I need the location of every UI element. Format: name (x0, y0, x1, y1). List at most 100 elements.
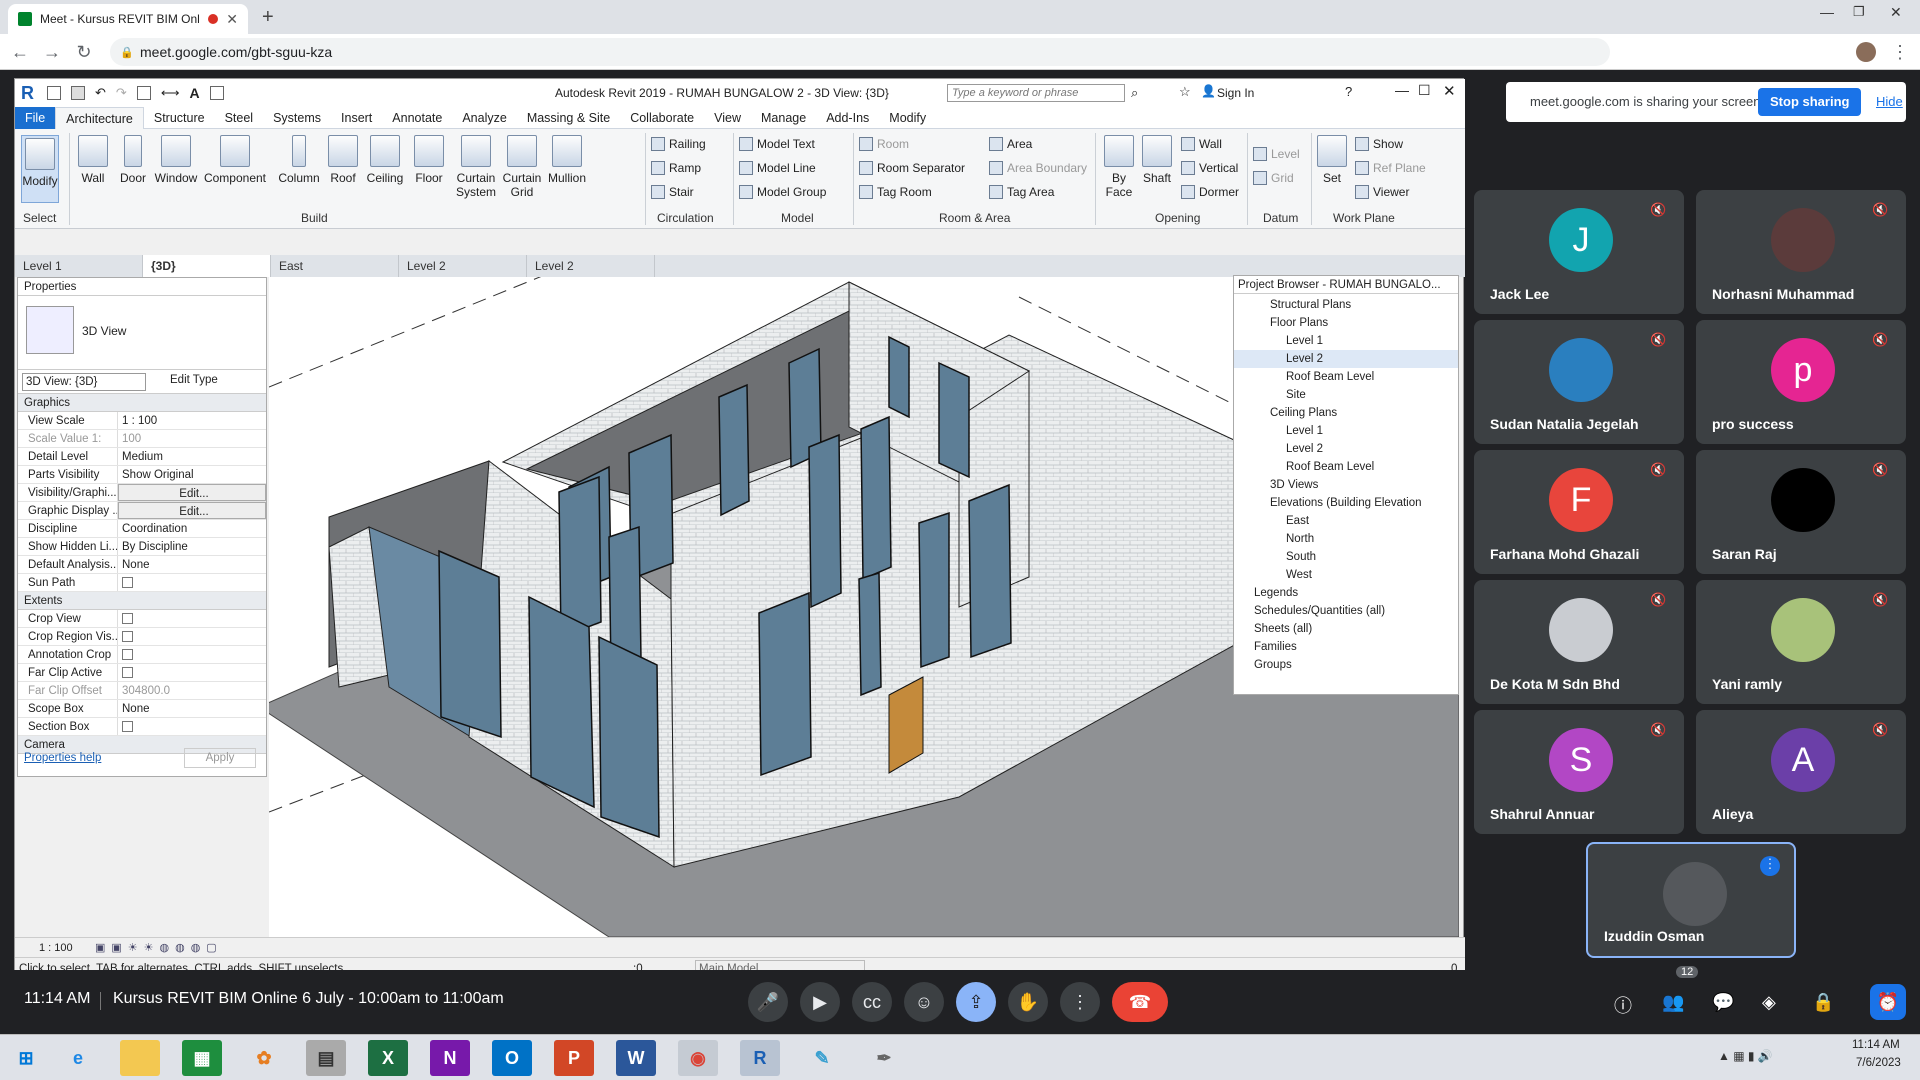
revit-logo-icon[interactable]: R (21, 83, 39, 103)
chat-icon[interactable]: 💬 (1712, 992, 1734, 1013)
browser-tree-item[interactable]: Roof Beam Level (1234, 458, 1458, 476)
browser-tree-item[interactable]: North (1234, 530, 1458, 548)
revit-close-icon[interactable]: ✕ (1443, 82, 1456, 100)
photos-icon[interactable]: ✿ (244, 1040, 284, 1076)
browser-tree-item[interactable]: South (1234, 548, 1458, 566)
participant-tile[interactable]: Izuddin Osman ⋮ (1586, 842, 1796, 958)
property-row[interactable]: Annotation Crop (18, 646, 266, 664)
model-text-button[interactable]: Model Text (739, 137, 815, 151)
undo-icon[interactable]: ↶ (95, 86, 106, 100)
tab-analyze[interactable]: Analyze (452, 107, 516, 129)
clock-icon[interactable]: ⏰ (1870, 984, 1906, 1020)
sheets-icon[interactable]: ▦ (182, 1040, 222, 1076)
wall-button[interactable]: Wall (71, 135, 115, 185)
ie-icon[interactable]: e (58, 1040, 98, 1076)
property-value[interactable] (118, 718, 266, 735)
roof-button[interactable]: Roof (325, 135, 361, 185)
browser-tree-item[interactable]: West (1234, 566, 1458, 584)
participant-tile[interactable]: Sudan Natalia Jegelah 🔇 (1474, 320, 1684, 444)
excel-icon[interactable]: X (368, 1040, 408, 1076)
browser-tree-item[interactable]: East (1234, 512, 1458, 530)
forward-icon[interactable]: → (42, 42, 62, 62)
browser-tree-item[interactable]: Site (1234, 386, 1458, 404)
property-row[interactable]: Graphic Display ... Edit... (18, 502, 266, 520)
back-icon[interactable]: ← (10, 42, 30, 62)
property-row[interactable]: Scale Value 1: 100 (18, 430, 266, 448)
tab-steel[interactable]: Steel (215, 107, 264, 129)
3d-view-icon[interactable] (209, 86, 224, 100)
checkbox[interactable] (122, 613, 133, 624)
property-value[interactable]: 304800.0 (118, 682, 266, 699)
properties-help-link[interactable]: Properties help (24, 752, 101, 764)
checkbox[interactable] (122, 721, 133, 732)
graphics-section[interactable]: Graphics (18, 394, 266, 412)
tab-file[interactable]: File (15, 106, 56, 129)
property-value[interactable] (118, 574, 266, 591)
model-line-button[interactable]: Model Line (739, 161, 816, 175)
window-minimize-icon[interactable]: — (1820, 4, 1834, 20)
property-value[interactable]: 1 : 100 (118, 412, 266, 429)
view-tab-east[interactable]: East (271, 255, 399, 277)
show-workplane-button[interactable]: Show (1355, 137, 1403, 151)
tab-collaborate[interactable]: Collaborate (620, 107, 704, 129)
type-selector[interactable]: 3D View (18, 296, 266, 370)
tab-systems[interactable]: Systems (263, 107, 331, 129)
emoji-button[interactable]: ☺ (904, 982, 944, 1022)
print-icon[interactable] (136, 86, 151, 100)
window-close-icon[interactable]: ✕ (1890, 4, 1902, 21)
address-bar[interactable]: 🔒 meet.google.com/gbt-sguu-kza (110, 38, 1610, 66)
favorites-icon[interactable]: ☆ (1179, 84, 1191, 100)
tab-insert[interactable]: Insert (331, 107, 382, 129)
browser-tree-item[interactable]: Roof Beam Level (1234, 368, 1458, 386)
property-value[interactable] (118, 664, 266, 681)
window-button[interactable]: Window (153, 135, 199, 185)
browser-tree-item[interactable]: Legends (1234, 584, 1458, 602)
browser-tree-item[interactable]: Level 1 (1234, 422, 1458, 440)
save-icon[interactable] (71, 86, 85, 100)
property-value[interactable]: Coordination (118, 520, 266, 537)
mic-button[interactable]: 🎤 (748, 982, 788, 1022)
property-value[interactable]: Show Original (118, 466, 266, 483)
new-tab-button[interactable]: + (262, 6, 274, 29)
door-button[interactable]: Door (115, 135, 151, 185)
activities-icon[interactable]: ◈ (1762, 992, 1776, 1013)
property-row[interactable]: Visibility/Graphi... Edit... (18, 484, 266, 502)
measure-icon[interactable]: ⟷ (161, 86, 180, 100)
more-options-button[interactable]: ⋮ (1060, 982, 1100, 1022)
participant-tile[interactable]: De Kota M Sdn Bhd 🔇 (1474, 580, 1684, 704)
participant-tile[interactable]: Norhasni Muhammad 🔇 (1696, 190, 1906, 314)
revit-minimize-icon[interactable]: — (1395, 82, 1409, 98)
browser-tree-item[interactable]: Structural Plans (1234, 296, 1458, 314)
tab-view[interactable]: View (704, 107, 751, 129)
powerpoint-icon[interactable]: P (554, 1040, 594, 1076)
property-value[interactable]: Edit... (118, 502, 266, 519)
participant-tile[interactable]: F Farhana Mohd Ghazali 🔇 (1474, 450, 1684, 574)
browser-tab[interactable]: Meet - Kursus REVIT BIM Onl ✕ (8, 4, 248, 34)
open-icon[interactable] (47, 86, 61, 100)
extents-section[interactable]: Extents (18, 592, 266, 610)
property-row[interactable]: Section Box (18, 718, 266, 736)
property-row[interactable]: Scope Box None (18, 700, 266, 718)
checkbox[interactable] (122, 631, 133, 642)
wall-opening-button[interactable]: Wall (1181, 137, 1222, 151)
stair-button[interactable]: Stair (651, 185, 694, 199)
ramp-button[interactable]: Ramp (651, 161, 701, 175)
system-tray[interactable]: ▲ ▦ ▮ 🔊 (1718, 1049, 1773, 1063)
chrome-icon[interactable]: ◉ (678, 1040, 718, 1076)
tab-massing-site[interactable]: Massing & Site (517, 107, 620, 129)
participant-tile[interactable]: Saran Raj 🔇 (1696, 450, 1906, 574)
tab-modify[interactable]: Modify (879, 107, 936, 129)
component-button[interactable]: Component (201, 135, 269, 185)
onenote-icon[interactable]: N (430, 1040, 470, 1076)
tab-manage[interactable]: Manage (751, 107, 816, 129)
edit-type-button[interactable]: Edit Type (170, 374, 218, 386)
tab-architecture[interactable]: Architecture (55, 106, 144, 129)
tab-structure[interactable]: Structure (144, 107, 215, 129)
curtain-grid-button[interactable]: Curtain Grid (501, 135, 543, 199)
revit-taskbar-icon[interactable]: R (740, 1040, 780, 1076)
file-explorer-icon[interactable] (120, 1040, 160, 1076)
help-icon[interactable]: ? (1345, 84, 1352, 99)
view-tab-3d[interactable]: {3D} (143, 255, 271, 277)
property-value[interactable]: By Discipline (118, 538, 266, 555)
set-button[interactable]: Set (1315, 135, 1349, 185)
